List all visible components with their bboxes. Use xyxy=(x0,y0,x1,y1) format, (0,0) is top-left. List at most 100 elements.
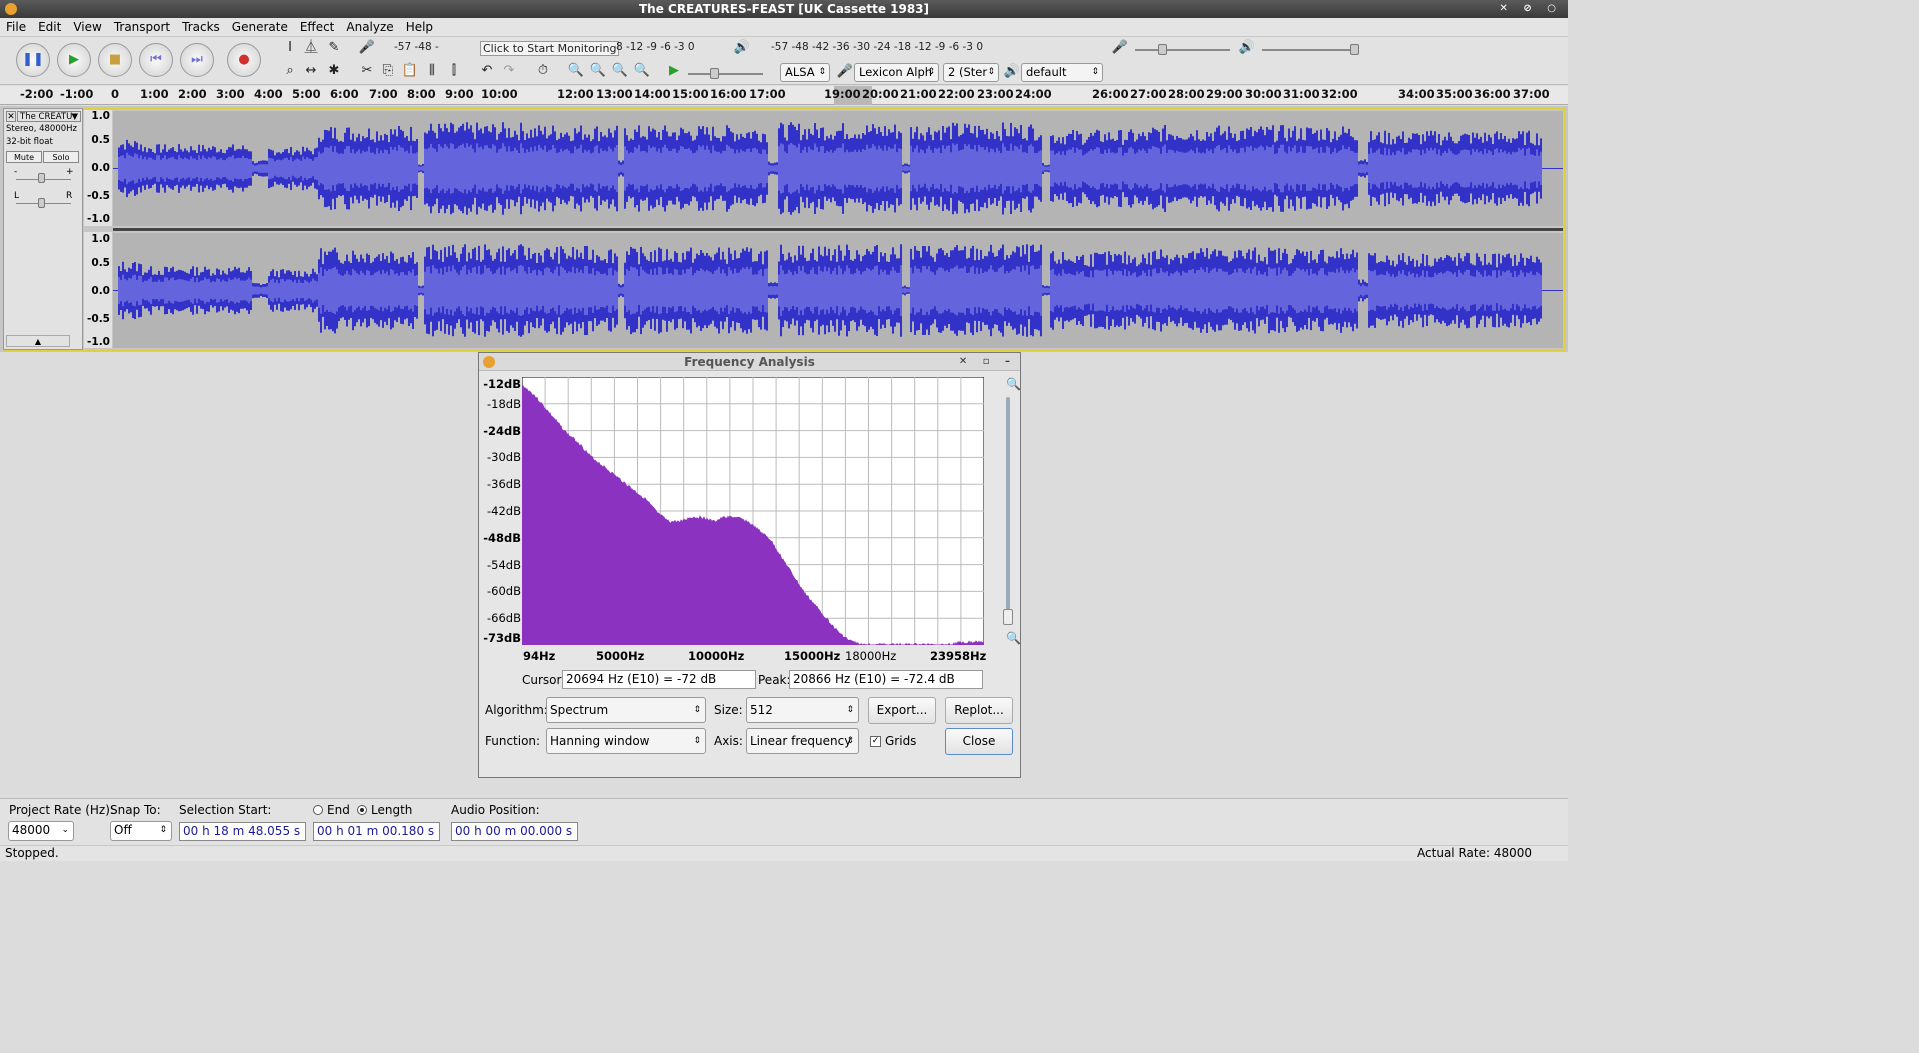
solo-button[interactable]: Solo xyxy=(43,151,79,163)
grids-checkbox[interactable]: ✓ xyxy=(870,736,881,747)
audio-position-time[interactable]: 00 h 00 m 00.000 s xyxy=(451,822,578,841)
selection-tool-icon[interactable]: I xyxy=(281,39,299,57)
menu-file[interactable]: File xyxy=(0,18,32,37)
dialog-window-controls[interactable]: ✕ ▫ – xyxy=(959,353,1016,371)
redo-icon[interactable]: ↷ xyxy=(500,62,518,80)
ruler-label: 36:00 xyxy=(1474,87,1511,101)
play-at-speed-icon[interactable]: ▶ xyxy=(665,62,683,80)
chevron-down-icon: ⇕ xyxy=(1091,67,1099,77)
vertical-zoom-slider[interactable] xyxy=(1003,609,1013,625)
envelope-tool-icon[interactable]: ⏅ xyxy=(302,39,320,57)
zoom-out-icon[interactable]: 🔍 xyxy=(1006,631,1021,645)
timeshift-tool-icon[interactable]: ↔ xyxy=(302,62,320,80)
record-button[interactable]: ● xyxy=(227,43,261,77)
channels-value: 2 (Ster xyxy=(948,65,988,79)
yaxis-label: -42dB xyxy=(487,504,521,518)
paste-icon[interactable]: 📋 xyxy=(401,62,419,80)
size-select[interactable]: 512 ⇕ xyxy=(746,697,859,723)
zoom-in-icon[interactable]: 🔍 xyxy=(1006,377,1021,391)
menu-tracks[interactable]: Tracks xyxy=(176,18,226,37)
trim-icon[interactable]: ⫼ xyxy=(423,62,441,80)
menu-effect[interactable]: Effect xyxy=(294,18,341,37)
project-rate-select[interactable]: 48000 ⌄ xyxy=(8,821,74,841)
waveform-left-channel[interactable] xyxy=(113,111,1563,226)
cut-icon[interactable]: ✂ xyxy=(358,62,376,80)
draw-tool-icon[interactable]: ✎ xyxy=(325,39,343,57)
gain-slider[interactable] xyxy=(38,173,45,183)
peak-readout: 20866 Hz (E10) = -72.4 dB xyxy=(789,670,983,689)
menu-edit[interactable]: Edit xyxy=(32,18,67,37)
xaxis-label: 94Hz xyxy=(523,649,556,663)
undo-icon[interactable]: ↶ xyxy=(478,62,496,80)
menu-bar: File Edit View Transport Tracks Generate Effec… xyxy=(0,18,1568,37)
playback-device-select[interactable]: default ⇕ xyxy=(1021,63,1103,82)
channels-select[interactable]: 2 (Ster ⇕ xyxy=(943,63,999,82)
play-meter-icon[interactable]: 🔊 xyxy=(733,39,751,57)
selection-start-time[interactable]: 00 h 18 m 48.055 s xyxy=(179,822,306,841)
menu-transport[interactable]: Transport xyxy=(108,18,176,37)
menu-view[interactable]: View xyxy=(67,18,107,37)
close-button[interactable]: Close xyxy=(945,728,1013,755)
track-yaxis-left: 1.0 0.5 0.0 -0.5 -1.0 xyxy=(84,110,112,226)
stop-button[interactable]: ■ xyxy=(98,43,132,77)
silence-icon[interactable]: ⫿ xyxy=(445,62,463,80)
close-track-icon[interactable]: ✕ xyxy=(6,111,16,122)
sync-lock-icon[interactable]: ⏱ xyxy=(534,62,552,80)
spectrum-plot[interactable] xyxy=(522,377,984,645)
end-radio[interactable]: End xyxy=(313,803,350,817)
snap-to-select[interactable]: Off ⇕ xyxy=(110,821,172,841)
output-volume-slider[interactable] xyxy=(1350,44,1359,55)
selection-length-time[interactable]: 00 h 01 m 00.180 s xyxy=(313,822,440,841)
waveform-right-channel[interactable] xyxy=(113,233,1563,348)
multi-tool-icon[interactable]: ✱ xyxy=(325,62,343,80)
xaxis-label: 10000Hz xyxy=(688,649,745,663)
track-name-menu[interactable]: The CREATU ▼ xyxy=(17,111,81,122)
radio-icon xyxy=(313,805,323,815)
export-button[interactable]: Export... xyxy=(868,697,936,724)
monitor-prompt[interactable]: Click to Start Monitoring xyxy=(480,41,620,56)
algorithm-select[interactable]: Spectrum ⇕ xyxy=(546,697,706,723)
yaxis-label: 0.5 xyxy=(91,134,110,146)
recording-device-select[interactable]: Lexicon Alph ⇕ xyxy=(854,63,939,82)
timeline-ruler[interactable]: -2:00 -1:00 0 1:00 2:00 3:00 4:00 5:00 6:00 7:00 8… xyxy=(0,86,1568,105)
menu-help[interactable]: Help xyxy=(400,18,439,37)
audio-host-select[interactable]: ALSA ⇕ xyxy=(780,63,830,82)
chevron-down-icon: ⇕ xyxy=(846,736,854,746)
status-text: Stopped. xyxy=(5,846,59,860)
play-button[interactable]: ▶ xyxy=(57,43,91,77)
record-meter-icon[interactable]: 🎤 xyxy=(358,39,376,57)
track-control-panel: ✕ The CREATU ▼ Stereo, 48000Hz 32-bit flo… xyxy=(3,108,83,350)
ruler-label: -1:00 xyxy=(60,87,94,101)
zoom-out-icon[interactable]: 🔍 xyxy=(589,62,607,80)
function-select[interactable]: Hanning window ⇕ xyxy=(546,728,706,754)
menu-analyze[interactable]: Analyze xyxy=(340,18,399,37)
zoom-in-icon[interactable]: 🔍 xyxy=(567,62,585,80)
length-radio[interactable]: Length xyxy=(357,803,412,817)
chevron-down-icon: ⇕ xyxy=(693,705,701,715)
fit-selection-icon[interactable]: 🔍 xyxy=(611,62,629,80)
collapse-track-icon[interactable]: ▲ xyxy=(6,335,70,347)
peak-label: Peak: xyxy=(758,673,791,687)
skip-end-button[interactable]: ⏭ xyxy=(180,43,214,77)
chevron-down-icon: ⌄ xyxy=(61,825,69,835)
skip-start-button[interactable]: ⏮ xyxy=(139,43,173,77)
window-controls[interactable]: ✕ ⊘ ○ xyxy=(1500,0,1562,18)
copy-icon[interactable]: ⎘ xyxy=(379,62,397,80)
replot-button[interactable]: Replot... xyxy=(945,697,1013,724)
ruler-label: 13:00 xyxy=(596,87,633,101)
ruler-label: 0 xyxy=(111,87,120,101)
pan-right-label: R xyxy=(66,191,73,201)
snap-to-value: Off xyxy=(114,823,132,837)
project-rate-label: Project Rate (Hz): xyxy=(9,803,114,817)
input-volume-slider[interactable] xyxy=(1158,44,1167,55)
fit-project-icon[interactable]: 🔍 xyxy=(633,62,651,80)
pause-button[interactable]: ❚❚ xyxy=(16,43,50,77)
play-speed-slider[interactable] xyxy=(710,68,719,79)
axis-select[interactable]: Linear frequency ⇕ xyxy=(746,728,859,754)
menu-generate[interactable]: Generate xyxy=(226,18,294,37)
play-speed-track xyxy=(688,73,763,75)
dialog-title: Frequency Analysis xyxy=(684,355,815,369)
pan-slider[interactable] xyxy=(38,198,45,208)
zoom-tool-icon[interactable]: ⌕ xyxy=(281,62,299,80)
mute-button[interactable]: Mute xyxy=(6,151,42,163)
